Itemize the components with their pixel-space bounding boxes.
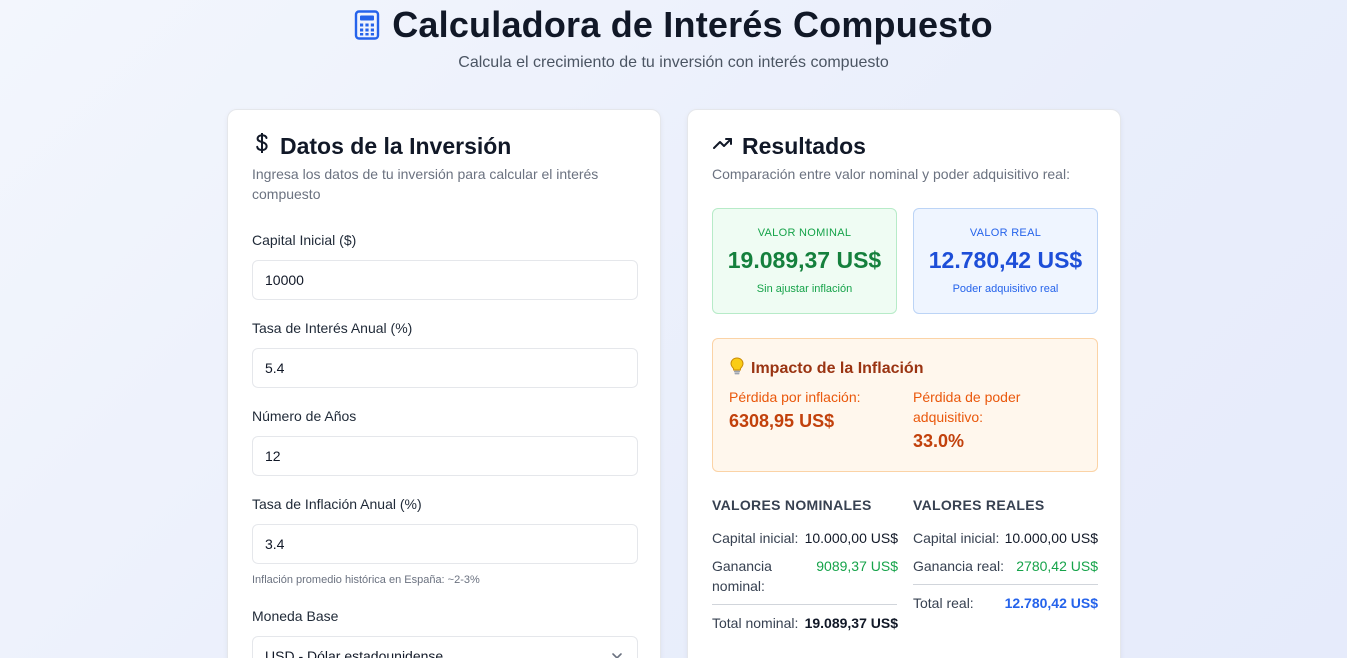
real-gain-value: 2780,42 US$ — [1016, 558, 1098, 574]
nominal-capital-value: 10.000,00 US$ — [804, 530, 898, 546]
currency-select[interactable]: USD - Dólar estadounidense — [252, 636, 638, 658]
title-row: Calculadora de Interés Compuesto — [0, 4, 1347, 46]
nominal-total-value: 19.089,37 US$ — [804, 615, 898, 631]
inflation-label: Tasa de Inflación Anual (%) — [252, 496, 422, 512]
trending-up-icon — [712, 132, 734, 160]
chevron-down-icon — [611, 649, 623, 658]
real-total-value: 12.780,42 US$ — [1004, 595, 1098, 611]
purchasing-power-loss-value: 33.0% — [913, 431, 965, 451]
dollar-icon — [252, 132, 272, 160]
form-card-title: Datos de la Inversión — [252, 132, 511, 160]
capital-label: Capital Inicial ($) — [252, 232, 357, 248]
impact-title: Impacto de la Inflación — [729, 357, 923, 380]
real-capital-value: 10.000,00 US$ — [1004, 530, 1098, 546]
results-title-text: Resultados — [742, 132, 866, 159]
years-input[interactable]: 12 — [252, 436, 638, 476]
real-values-heading: VALORES REALES — [913, 497, 1045, 513]
currency-label: Moneda Base — [252, 608, 339, 624]
real-value-box: VALOR REAL 12.780,42 US$ Poder adquisiti… — [913, 208, 1098, 314]
inflation-impact-box: Impacto de la Inflación Pérdida por infl… — [712, 338, 1098, 472]
results-card: Resultados Comparación entre valor nomin… — [687, 109, 1121, 658]
inflation-loss-value: 6308,95 US$ — [729, 411, 835, 431]
results-card-title: Resultados — [712, 132, 866, 160]
form-description: Ingresa los datos de tu inversión para c… — [252, 166, 599, 202]
nominal-value-heading: VALOR NOMINAL — [757, 227, 852, 239]
inflation-loss-label: Pérdida por inflación: — [729, 389, 861, 405]
nominal-value-footnote: Sin ajustar inflación — [756, 283, 853, 295]
page-subtitle: Calcula el crecimiento de tu inversión c… — [458, 54, 889, 71]
nominal-value-box: VALOR NOMINAL 19.089,37 US$ Sin ajustar … — [712, 208, 897, 314]
years-label: Número de Años — [252, 408, 357, 424]
inflation-hint: Inflación promedio histórica en España: … — [252, 574, 480, 586]
inflation-input-value: 3.4 — [265, 536, 285, 552]
currency-select-value: USD - Dólar estadounidense — [265, 648, 444, 658]
form-title-text: Datos de la Inversión — [280, 132, 512, 159]
results-description: Comparación entre valor nominal y poder … — [712, 166, 1070, 182]
nominal-divider — [712, 604, 897, 605]
inflation-input[interactable]: 3.4 — [252, 524, 638, 564]
nominal-values-heading: VALORES NOMINALES — [712, 497, 872, 513]
capital-input[interactable]: 10000 — [252, 260, 638, 300]
interest-rate-label: Tasa de Interés Anual (%) — [252, 320, 413, 336]
interest-rate-input-value: 5.4 — [265, 360, 285, 376]
interest-rate-input[interactable]: 5.4 — [252, 348, 638, 388]
real-total-label: Total real: — [913, 595, 974, 611]
calculator-icon — [354, 10, 380, 40]
real-value-footnote: Poder adquisitivo real — [952, 283, 1059, 295]
real-value-heading: VALOR REAL — [969, 227, 1042, 239]
capital-input-value: 10000 — [265, 272, 304, 288]
nominal-value-amount: 19.089,37 US$ — [727, 247, 882, 273]
lightbulb-icon — [729, 357, 745, 380]
years-input-value: 12 — [265, 448, 281, 464]
investment-form-card: Datos de la Inversión Ingresa los datos … — [227, 109, 661, 658]
real-divider — [913, 584, 1098, 585]
page-title: Calculadora de Interés Compuesto — [392, 4, 993, 45]
impact-title-text: Impacto de la Inflación — [751, 359, 924, 377]
real-value-amount: 12.780,42 US$ — [928, 247, 1083, 273]
nominal-gain-value: 9089,37 US$ — [816, 558, 898, 574]
purchasing-power-loss-label: Pérdida de poder adquisitivo: — [913, 389, 1021, 425]
